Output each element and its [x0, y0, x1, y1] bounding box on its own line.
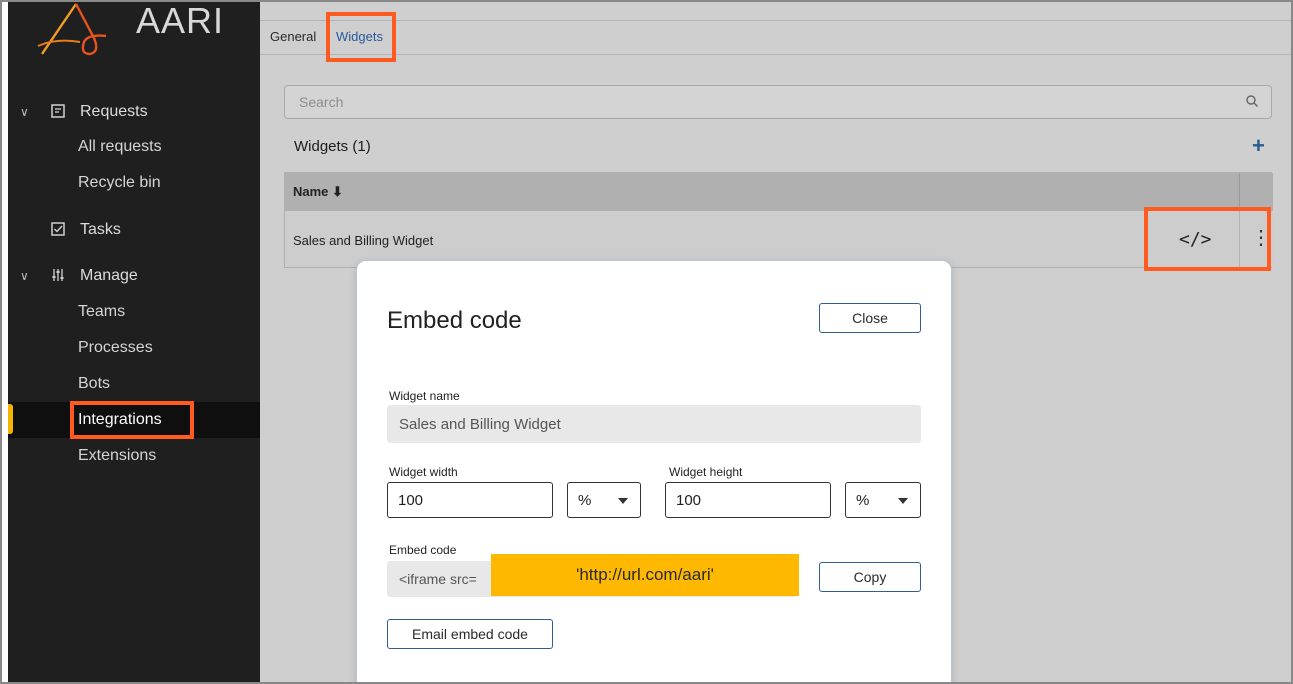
- dialog-title: Embed code: [387, 307, 522, 334]
- widget-name-cell[interactable]: Sales and Billing Widget: [293, 233, 433, 248]
- sidebar: AARI ∨ Requests All requests Recycle bin…: [8, 0, 260, 682]
- chevron-down-icon[interactable]: ∨: [20, 105, 36, 119]
- sidebar-item-all-requests[interactable]: All requests: [8, 129, 260, 165]
- column-header-name[interactable]: Name ⬇: [293, 184, 343, 200]
- sidebar-group-label: Requests: [80, 103, 148, 120]
- widget-name-label: Widget name: [389, 389, 460, 403]
- add-widget-icon[interactable]: +: [1252, 135, 1265, 157]
- sidebar-item-processes[interactable]: Processes: [8, 330, 260, 366]
- widget-width-value: 100: [398, 492, 424, 509]
- widget-width-label: Widget width: [389, 465, 458, 479]
- sliders-icon: [46, 268, 70, 285]
- highlight-box-widgets-tab: [326, 12, 396, 62]
- table-header: Name ⬇: [285, 173, 1273, 211]
- close-button[interactable]: Close: [819, 303, 921, 333]
- height-unit-value: %: [856, 492, 870, 509]
- sidebar-group-requests[interactable]: ∨ Requests: [8, 94, 260, 130]
- widget-height-label: Widget height: [669, 465, 743, 479]
- search-input[interactable]: Search: [284, 85, 1272, 119]
- sidebar-item-extensions[interactable]: Extensions: [8, 438, 260, 474]
- active-indicator: [8, 404, 13, 434]
- aari-logo-icon: [37, 3, 107, 56]
- document-icon: [46, 103, 70, 121]
- checkbox-icon: [46, 221, 70, 239]
- embed-url-highlight: 'http://url.com/aari': [491, 554, 799, 596]
- width-unit-value: %: [578, 492, 592, 509]
- sidebar-group-manage[interactable]: ∨ Manage: [8, 258, 260, 294]
- highlight-box-row-actions: [1144, 207, 1271, 271]
- tab-bar: General Widgets: [260, 21, 1291, 55]
- embed-code-dialog: Embed code Close Widget name Sales and B…: [356, 260, 952, 682]
- widget-name-field: Sales and Billing Widget: [387, 405, 921, 443]
- app-window: AARI ∨ Requests All requests Recycle bin…: [0, 0, 1293, 684]
- chevron-down-icon[interactable]: ∨: [20, 269, 36, 283]
- search-placeholder: Search: [299, 94, 344, 110]
- sidebar-group-label: Manage: [80, 267, 138, 284]
- widget-name-value: Sales and Billing Widget: [399, 416, 561, 433]
- widget-height-value: 100: [676, 492, 702, 509]
- embed-code-label: Embed code: [389, 543, 457, 557]
- embed-code-prefix: <iframe src=: [399, 571, 477, 587]
- widgets-table: Name ⬇ Sales and Billing Widget </> ⋮: [284, 172, 1273, 268]
- widgets-count-title: Widgets (1): [294, 138, 371, 155]
- widget-width-input[interactable]: 100: [387, 482, 553, 518]
- tab-general[interactable]: General: [270, 29, 316, 44]
- email-embed-code-button[interactable]: Email embed code: [387, 619, 553, 649]
- widget-width-unit-select[interactable]: %: [567, 482, 641, 518]
- logo-text: AARI: [136, 0, 225, 41]
- highlight-box-integrations: [70, 401, 194, 439]
- copy-button[interactable]: Copy: [819, 562, 921, 592]
- widget-height-input[interactable]: 100: [665, 482, 831, 518]
- sidebar-item-bots[interactable]: Bots: [8, 366, 260, 402]
- search-icon[interactable]: [1245, 94, 1259, 108]
- caret-down-icon: [618, 498, 628, 504]
- sidebar-group-label: Tasks: [80, 221, 121, 238]
- table-row[interactable]: Sales and Billing Widget </> ⋮: [285, 211, 1273, 267]
- widget-height-unit-select[interactable]: %: [845, 482, 921, 518]
- caret-down-icon: [898, 498, 908, 504]
- sidebar-group-tasks[interactable]: Tasks: [8, 212, 260, 248]
- sidebar-item-recycle-bin[interactable]: Recycle bin: [8, 165, 260, 201]
- sidebar-item-teams[interactable]: Teams: [8, 294, 260, 330]
